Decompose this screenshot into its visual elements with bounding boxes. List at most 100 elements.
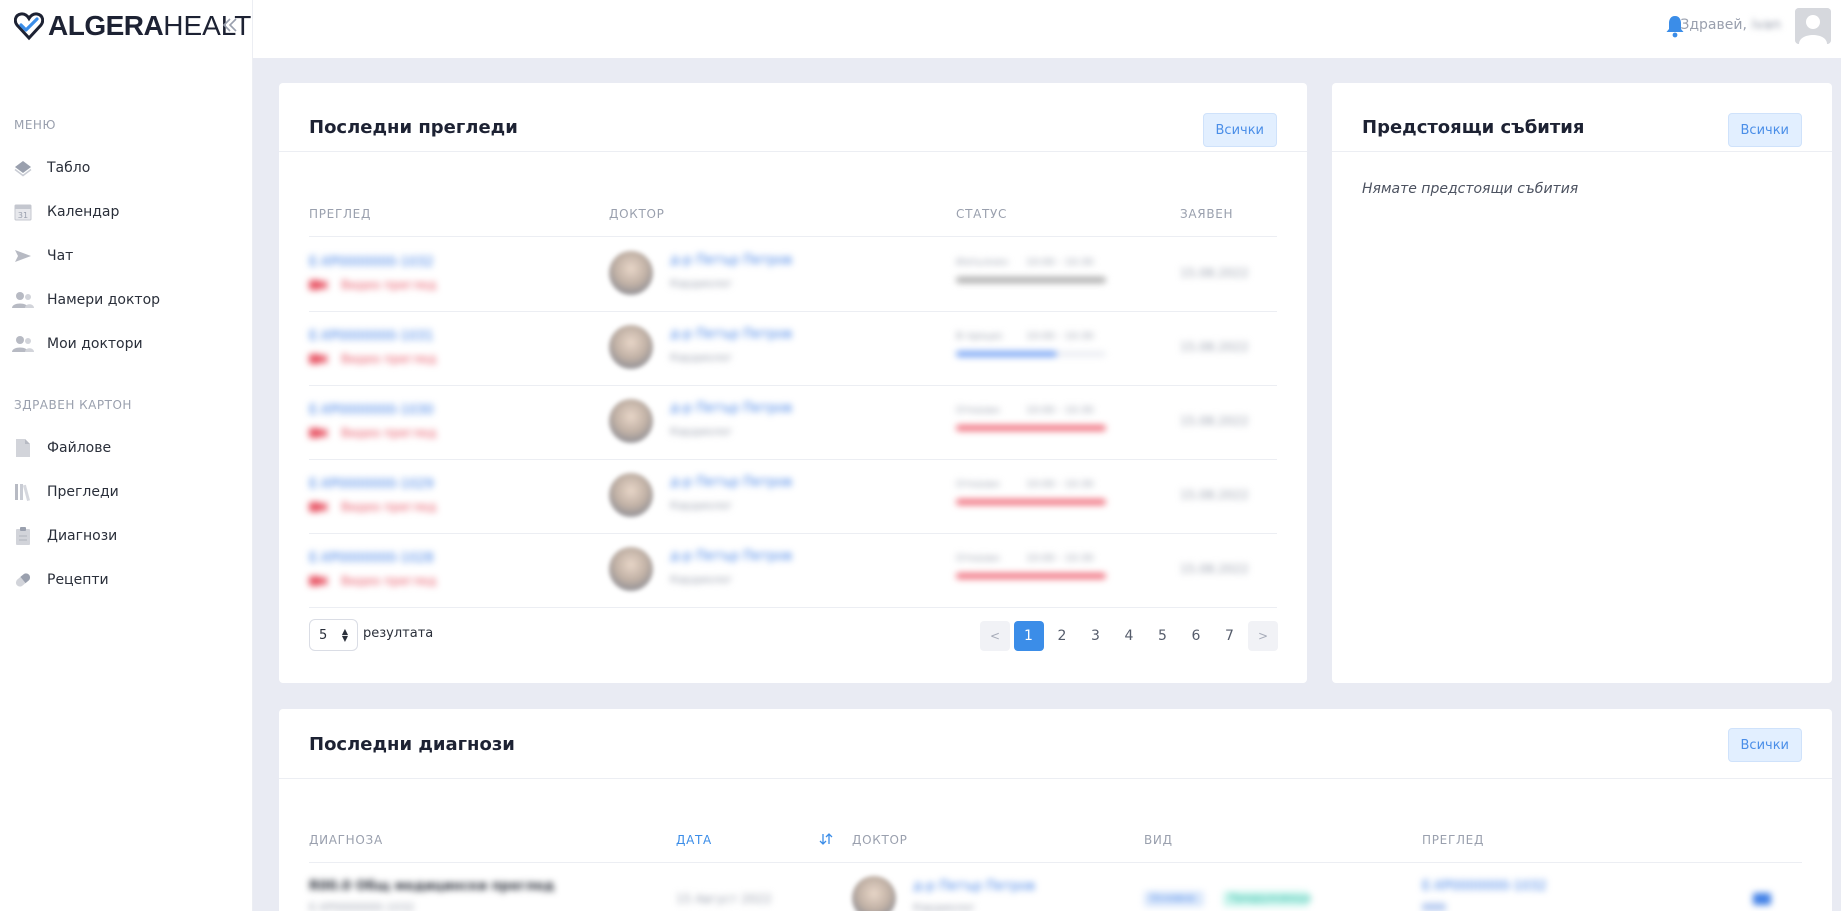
upcoming-events-all-button[interactable]: Всички: [1727, 113, 1802, 147]
sidebar-item-files[interactable]: Файлове: [12, 432, 242, 464]
column-header-doctor: ДОКТОР: [852, 833, 908, 847]
row-action-icon[interactable]: [1753, 893, 1771, 905]
status-progress-bar: [956, 573, 1106, 579]
exam-type: Видео преглед: [341, 500, 437, 514]
pagination-page-7[interactable]: 7: [1215, 621, 1245, 651]
column-header-requested: ЗАЯВЕН: [1180, 207, 1234, 221]
health-record-section-heading: ЗДРАВЕН КАРТОН: [14, 398, 132, 412]
sidebar-item-find-doctor[interactable]: Намери доктор: [12, 284, 242, 316]
calendar-icon: 31: [12, 201, 34, 223]
pagination-page-4[interactable]: 4: [1114, 621, 1144, 651]
column-header-date[interactable]: ДАТА: [676, 833, 712, 847]
status-text: Отказан: [956, 405, 1000, 416]
divider: [309, 311, 1277, 312]
doctor-specialty: Кардиолог: [670, 425, 733, 438]
user-greeting: Здравей, ivan: [1680, 17, 1781, 33]
doctor-name-link[interactable]: д-р Петър Петров: [670, 327, 792, 342]
status-progress-bar: [956, 425, 1106, 431]
select-arrows-icon: ▲ ▼: [341, 627, 348, 643]
sort-icon[interactable]: [819, 833, 833, 845]
status-time: 10:00 - 10:30: [1026, 257, 1094, 268]
upcoming-events-card: Предстоящи събития Всички Нямате предсто…: [1332, 83, 1832, 683]
exam-id-link[interactable]: E-XP0000000-1032: [309, 255, 434, 270]
divider: [279, 151, 1307, 152]
sidebar-item-label: Рецепти: [47, 572, 109, 588]
column-header-doctor: ДОКТОР: [609, 207, 665, 221]
exam-type: Видео преглед: [341, 426, 437, 440]
exam-id-link[interactable]: E-XP0000000-1028: [309, 551, 434, 566]
sidebar-item-exams[interactable]: Прегледи: [12, 476, 242, 508]
clipboard-icon: [12, 525, 34, 547]
doctor-avatar: [609, 251, 653, 295]
doctor-name-link[interactable]: д-р Петър Петров: [913, 879, 1035, 894]
doctor-name-link[interactable]: д-р Петър Петров: [670, 549, 792, 564]
default-avatar-icon: [1795, 8, 1831, 44]
exam-id-link[interactable]: E-XP0000000-1029: [309, 477, 434, 492]
doctor-avatar: [609, 473, 653, 517]
no-events-message: Нямате предстоящи събития: [1362, 181, 1579, 197]
diagnosis-code: E-XP0000000-1032: [309, 901, 415, 911]
sidebar-item-dashboard[interactable]: Табло: [12, 152, 242, 184]
sidebar-item-my-doctors[interactable]: Мои доктори: [12, 328, 242, 360]
divider: [309, 862, 1802, 863]
greeting-user-name: ivan: [1751, 17, 1781, 33]
pagination-page-1[interactable]: 1: [1013, 621, 1044, 651]
column-header-type: ВИД: [1144, 833, 1173, 847]
status-progress-fill: [956, 573, 1106, 579]
page-size-select[interactable]: 5 ▲ ▼: [309, 619, 358, 651]
column-header-exam: ПРЕГЛЕД: [1422, 833, 1485, 847]
doctor-avatar: [852, 876, 896, 911]
column-header-status: СТАТУС: [956, 207, 1008, 221]
sidebar-item-label: Табло: [47, 160, 91, 176]
status-time: 10:00 - 10:30: [1026, 479, 1094, 490]
sidebar-item-label: Мои доктори: [47, 336, 143, 352]
requested-date: 15.08.2022: [1180, 562, 1249, 576]
sidebar-item-chat[interactable]: Чат: [12, 240, 242, 272]
doctor-specialty: Кардиолог: [670, 351, 733, 364]
exam-link[interactable]: E-XP0000000-1032: [1422, 879, 1547, 894]
doctor-name-link[interactable]: д-р Петър Петров: [670, 475, 792, 490]
sidebar-item-prescriptions[interactable]: Рецепти: [12, 564, 242, 596]
sidebar-item-calendar[interactable]: 31 Календар: [12, 196, 242, 228]
pill-icon: [12, 569, 34, 591]
exam-id-link[interactable]: E-XP0000000-1030: [309, 403, 434, 418]
sidebar-item-label: Намери доктор: [47, 292, 161, 308]
page-size-value: 5: [319, 627, 328, 643]
pagination-page-6[interactable]: 6: [1181, 621, 1211, 651]
doctor-name-link[interactable]: д-р Петър Петров: [670, 401, 792, 416]
type-badge-primary: Основна: [1144, 891, 1204, 907]
pagination-next-button[interactable]: >: [1248, 621, 1278, 651]
divider: [309, 607, 1277, 608]
status-progress-bar: [956, 499, 1106, 505]
requested-date: 15.08.2022: [1180, 266, 1249, 280]
pagination-page-5[interactable]: 5: [1148, 621, 1178, 651]
collapse-sidebar-icon[interactable]: [219, 14, 241, 36]
find-doctor-icon: [12, 289, 34, 311]
status-time: 10:00 - 10:30: [1026, 553, 1094, 564]
sidebar-item-diagnoses[interactable]: Диагнози: [12, 520, 242, 552]
recent-exams-all-button[interactable]: Всички: [1202, 113, 1277, 147]
pagination-prev-button[interactable]: <: [980, 621, 1010, 651]
status-progress-fill: [956, 351, 1057, 357]
status-text: Изпълнен: [956, 257, 1009, 268]
requested-date: 15.08.2022: [1180, 414, 1249, 428]
recent-diagnoses-all-button[interactable]: Всички: [1727, 728, 1802, 762]
status-time: 10:00 - 10:30: [1026, 405, 1094, 416]
status-text: Отказан: [956, 479, 1000, 490]
pagination-page-2[interactable]: 2: [1047, 621, 1077, 651]
chat-icon: [12, 245, 34, 267]
exam-id-link[interactable]: E-XP0000000-1031: [309, 329, 434, 344]
video-icon: [309, 428, 327, 438]
doctor-name-link[interactable]: д-р Петър Петров: [670, 253, 792, 268]
divider: [309, 533, 1277, 534]
requested-date: 15.08.2022: [1180, 488, 1249, 502]
divider: [1332, 151, 1832, 152]
doctor-avatar: [609, 399, 653, 443]
divider: [309, 385, 1277, 386]
status-text: В процес: [956, 331, 1004, 342]
pagination-page-3[interactable]: 3: [1081, 621, 1111, 651]
user-avatar[interactable]: [1795, 8, 1831, 44]
type-badge-secondary: Придружаваща: [1223, 891, 1311, 907]
top-header: Здравей, ivan: [253, 0, 1841, 58]
file-icon: [12, 437, 34, 459]
